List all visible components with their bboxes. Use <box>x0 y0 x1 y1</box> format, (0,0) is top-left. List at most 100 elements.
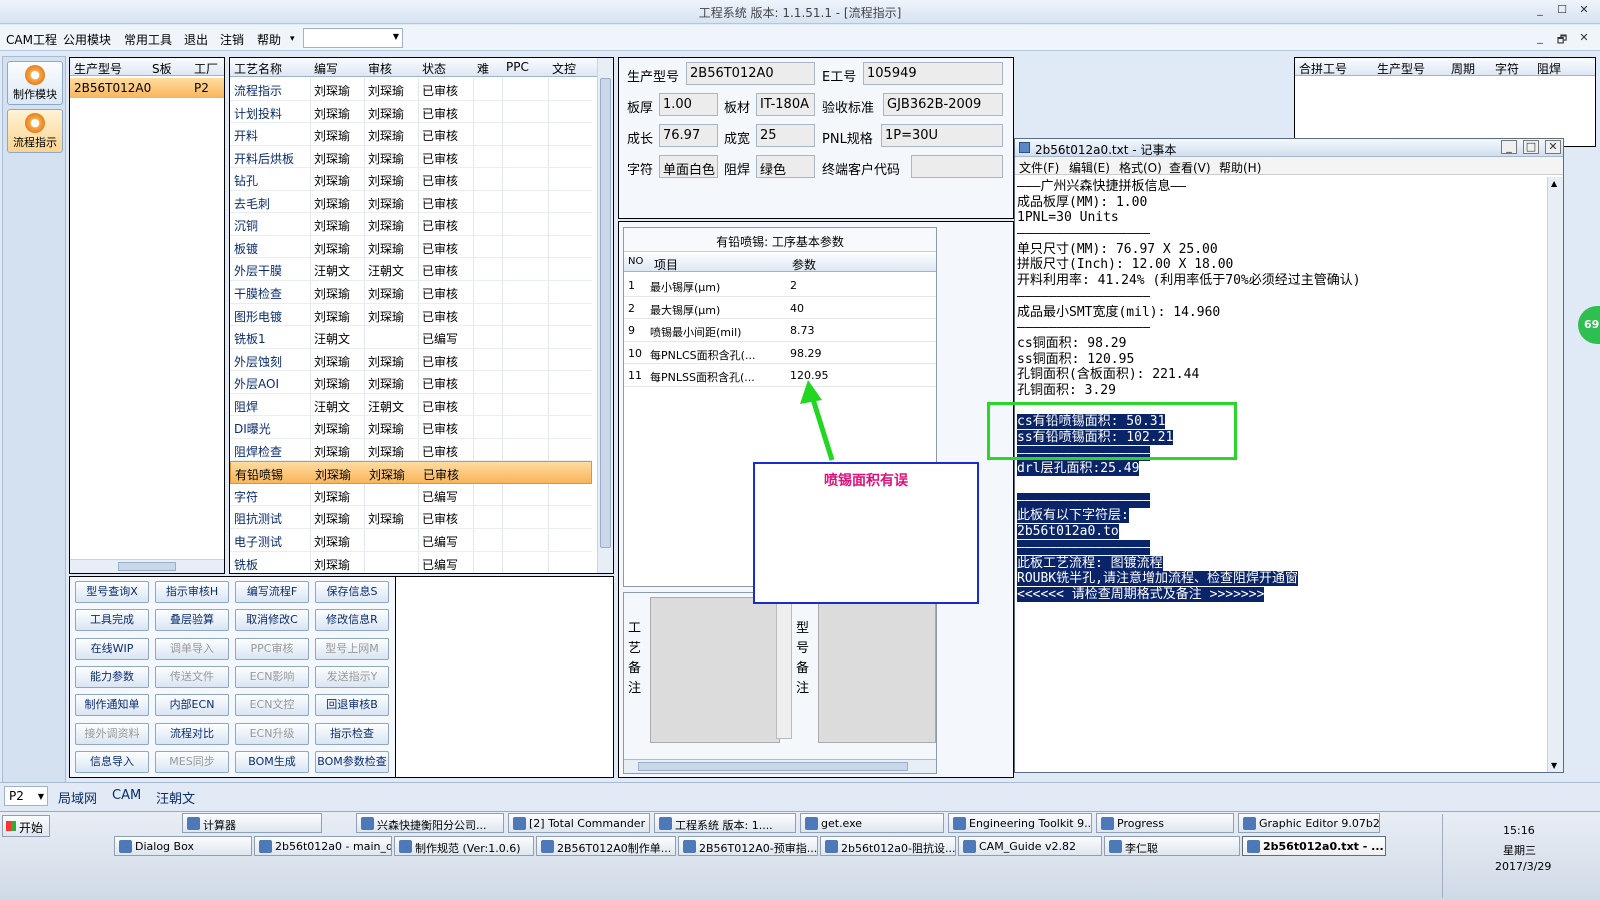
action-button[interactable]: 编写流程F <box>235 581 309 603</box>
action-button[interactable]: 指示审核H <box>155 581 229 603</box>
notes-scrollbar[interactable] <box>776 601 792 739</box>
process-row[interactable]: 外层蚀刻 刘琛瑜 刘琛瑜 已审核 <box>230 349 592 372</box>
taskbar-item[interactable]: Dialog Box <box>114 836 252 856</box>
param-row[interactable]: 11 每PNLSS面积含孔(... 120.95 <box>624 364 936 387</box>
notepad-menu-edit[interactable]: 编辑(E) <box>1069 159 1110 176</box>
action-button[interactable]: 修改信息R <box>315 609 389 632</box>
action-button[interactable]: BOM参数检查 <box>315 750 389 773</box>
minimize-button[interactable]: _ <box>1532 3 1548 16</box>
maximize-button[interactable]: ☐ <box>1554 3 1570 16</box>
menu-common-tools[interactable]: 常用工具 <box>124 31 172 48</box>
col-item[interactable]: 项目 <box>654 256 678 273</box>
scroll-up-icon[interactable]: ▲ <box>1551 179 1557 188</box>
model-hscrollbar[interactable] <box>70 559 224 573</box>
col-ppc[interactable]: PPC <box>506 60 529 74</box>
length-field[interactable]: 76.97 <box>659 124 718 147</box>
close-button[interactable]: ✕ <box>1576 3 1592 16</box>
action-button[interactable]: 流程对比 <box>155 722 229 745</box>
notepad-maximize-button[interactable]: □ <box>1523 140 1539 154</box>
process-row[interactable]: 铣板1 汪朝文 已编写 <box>230 326 592 349</box>
action-button[interactable]: 型号查询X <box>75 581 149 603</box>
scroll-thumb[interactable] <box>118 562 176 571</box>
taskbar-item[interactable]: 制作规范 (Ver:1.0.6) <box>394 836 534 856</box>
menu-logout[interactable]: 注销 <box>220 31 244 48</box>
help-dropdown-arrow-icon[interactable]: ▾ <box>290 34 295 44</box>
silkscreen-field[interactable]: 单面白色 <box>659 155 718 178</box>
action-button[interactable]: 内部ECN <box>155 694 229 717</box>
col-merge-period[interactable]: 周期 <box>1451 60 1475 77</box>
process-row[interactable]: 阻抗测试 刘琛瑜 刘琛瑜 已审核 <box>230 506 592 530</box>
process-row[interactable]: 外层AOI 刘琛瑜 刘琛瑜 已审核 <box>230 371 592 394</box>
taskbar-item[interactable]: CAM_Guide v2.82 <box>958 836 1102 856</box>
menu-common-modules[interactable]: 公用模块 <box>63 31 111 48</box>
action-button[interactable]: 在线WIP <box>75 637 149 660</box>
process-row[interactable]: 计划投料 刘琛瑜 刘琛瑜 已审核 <box>230 101 592 124</box>
taskbar-item[interactable]: 2b56t012a0-阻抗设... <box>820 836 956 856</box>
model-row[interactable]: 2B56T012A0 P2 <box>70 78 224 98</box>
side-badge[interactable]: 69 <box>1578 306 1600 344</box>
col-status[interactable]: 状态 <box>422 60 446 77</box>
notepad-minimize-button[interactable]: _ <box>1501 140 1517 154</box>
action-button[interactable]: 发送指示Y <box>315 665 389 688</box>
process-row[interactable]: 有铅喷锡 刘琛瑜 刘琛瑜 已审核 <box>230 461 592 484</box>
action-button[interactable]: ECN升级 <box>235 722 309 745</box>
menu-help[interactable]: 帮助 <box>257 31 281 48</box>
action-button[interactable]: 回退审核B <box>315 694 389 717</box>
scroll-thumb[interactable] <box>638 762 908 771</box>
scroll-thumb[interactable] <box>600 78 611 548</box>
notepad-menu-help[interactable]: 帮助(H) <box>1219 159 1261 176</box>
process-row[interactable]: DI曝光 刘琛瑜 刘琛瑜 已审核 <box>230 416 592 439</box>
col-no[interactable]: NO <box>628 256 643 267</box>
action-button[interactable]: 信息导入 <box>75 750 149 773</box>
nav-flow-guide[interactable]: ● 流程指示 <box>7 109 63 153</box>
process-row[interactable]: 外层干膜 汪朝文 汪朝文 已审核 <box>230 258 592 281</box>
process-row[interactable]: 去毛刺 刘琛瑜 刘琛瑜 已审核 <box>230 191 592 214</box>
action-button[interactable]: 指示检查 <box>315 722 389 745</box>
pnl-field[interactable]: 1P=30U <box>881 124 1003 147</box>
col-s[interactable]: S板 <box>152 60 172 77</box>
param-row[interactable]: 9 喷锡最小间距(mil) 8.73 <box>624 319 936 342</box>
process-row[interactable]: 字符 刘琛瑜 已编写 <box>230 484 592 507</box>
notepad-close-button[interactable]: ✕ <box>1545 140 1561 154</box>
menu-exit[interactable]: 退出 <box>184 31 208 48</box>
col-model[interactable]: 生产型号 <box>74 60 122 77</box>
process-row[interactable]: 阻焊 汪朝文 汪朝文 已审核 <box>230 394 592 417</box>
action-button[interactable]: ECN影响 <box>235 665 309 688</box>
model-notes-box[interactable] <box>818 597 936 743</box>
notepad-text-area[interactable]: ———广州兴森快捷拼板信息—— 成品板厚(MM): 1.00 1PNL=30 Uni… <box>1017 179 1547 603</box>
material-field[interactable]: IT-180A <box>756 93 815 116</box>
process-row[interactable]: 钻孔 刘琛瑜 刘琛瑜 已审核 <box>230 168 592 191</box>
col-param[interactable]: 参数 <box>792 256 816 273</box>
action-button[interactable]: ECN文控 <box>235 694 309 717</box>
model-field[interactable]: 2B56T012A0 <box>686 62 815 85</box>
action-button[interactable]: 型号上网M <box>315 637 389 660</box>
width-field[interactable]: 25 <box>756 124 815 147</box>
notes-hscrollbar[interactable] <box>624 759 936 773</box>
menu-combo[interactable]: ▼ <box>303 28 403 48</box>
notepad-vscrollbar[interactable]: ▲ ▼ <box>1547 177 1563 772</box>
taskbar-item[interactable]: 2B56T012A0-预审指... <box>678 836 818 856</box>
action-button[interactable]: 调单导入 <box>155 637 229 660</box>
process-row[interactable]: 铣板 刘琛瑜 已编写 <box>230 552 592 573</box>
action-button[interactable]: 接外调资料 <box>75 722 149 745</box>
nav-make-module[interactable]: ● 制作模块 <box>7 61 63 105</box>
action-button[interactable]: MES同步 <box>155 750 229 773</box>
action-button[interactable]: 叠层验算 <box>155 609 229 632</box>
menu-cam[interactable]: CAM工程 <box>6 31 57 48</box>
param-row[interactable]: 1 最小锡厚(μm) 2 <box>624 274 936 297</box>
soldermask-field[interactable]: 绿色 <box>756 155 815 178</box>
e-no-field[interactable]: 105949 <box>863 62 1003 85</box>
taskbar-item[interactable]: 2b56t012a0.txt - ... <box>1242 836 1386 856</box>
col-merge-no[interactable]: 合拼工号 <box>1299 60 1347 77</box>
action-button[interactable]: 能力参数 <box>75 665 149 688</box>
col-reviewer[interactable]: 审核 <box>368 60 392 77</box>
scroll-down-icon[interactable]: ▼ <box>1551 761 1557 770</box>
notepad-titlebar[interactable]: 2b56t012a0.txt - 记事本 _ □ ✕ <box>1015 139 1563 157</box>
action-button[interactable]: BOM生成 <box>235 750 309 773</box>
param-row[interactable]: 10 每PNLCS面积含孔(... 98.29 <box>624 342 936 364</box>
process-row[interactable]: 电子测试 刘琛瑜 已编写 <box>230 529 592 552</box>
process-row[interactable]: 图形电镀 刘琛瑜 刘琛瑜 已审核 <box>230 304 592 327</box>
process-row[interactable]: 开料 刘琛瑜 刘琛瑜 已审核 <box>230 123 592 146</box>
inner-restore-button[interactable]: 🗗 <box>1554 31 1570 50</box>
col-writer[interactable]: 编写 <box>314 60 338 77</box>
